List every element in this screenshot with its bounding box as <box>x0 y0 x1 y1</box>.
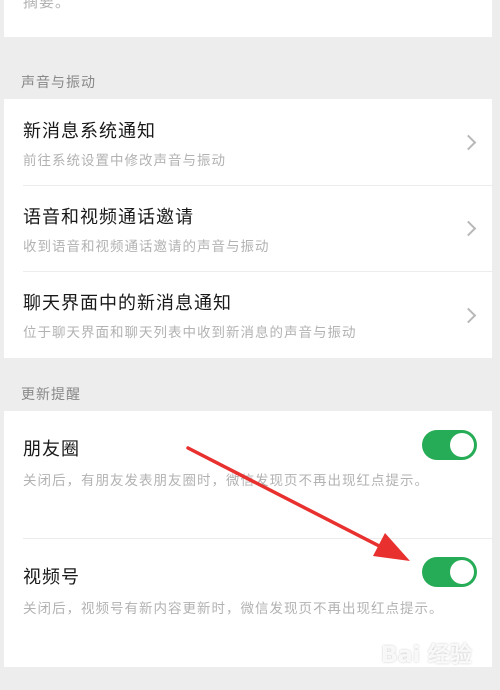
setting-new-message-system-notification[interactable]: 新消息系统通知 前往系统设置中修改声音与振动 <box>4 99 492 185</box>
chevron-right-icon <box>460 307 477 324</box>
sound-settings-card: 新消息系统通知 前往系统设置中修改声音与振动 语音和视频通话邀请 收到语音和视频… <box>4 99 492 358</box>
update-settings-card: 朋友圈 关闭后，有朋友发表朋友圈时，微信发现页不再出现红点提示。 视频号 关闭后… <box>4 411 492 667</box>
channels-toggle-switch[interactable] <box>422 557 477 587</box>
setting-title: 语音和视频通话邀请 <box>23 207 194 228</box>
setting-chat-new-message-notification[interactable]: 聊天界面中的新消息通知 位于聊天界面和聊天列表中收到新消息的声音与振动 <box>4 272 492 358</box>
previous-section-card: 摘要。 <box>4 0 492 37</box>
chevron-right-icon <box>460 134 477 151</box>
setting-description: 位于聊天界面和聊天列表中收到新消息的声音与振动 <box>23 325 357 341</box>
setting-description: 关闭后，有朋友发表朋友圈时，微信发现页不再出现红点提示。 <box>23 473 429 489</box>
setting-description: 收到语音和视频通话邀请的声音与振动 <box>23 239 270 255</box>
setting-title: 新消息系统通知 <box>23 121 156 142</box>
setting-description: 关闭后，视频号有新内容更新时，微信发现页不再出现红点提示。 <box>23 601 444 617</box>
setting-title: 视频号 <box>23 567 80 588</box>
setting-voice-video-call-invite[interactable]: 语音和视频通话邀请 收到语音和视频通话邀请的声音与振动 <box>4 186 492 271</box>
moments-toggle-switch[interactable] <box>422 430 477 460</box>
toggle-knob <box>450 560 474 584</box>
previous-section-text: 摘要。 <box>23 0 72 11</box>
settings-screen: 摘要。 声音与振动 新消息系统通知 前往系统设置中修改声音与振动 语音和视频通话… <box>0 0 500 690</box>
watermark-logo: Bai 经验 <box>381 643 472 668</box>
toggle-knob <box>450 433 474 457</box>
section-title-updates: 更新提醒 <box>21 387 81 403</box>
setting-title: 朋友圈 <box>23 439 80 460</box>
chevron-right-icon <box>460 220 477 237</box>
setting-title: 聊天界面中的新消息通知 <box>23 293 232 314</box>
section-title-sound: 声音与振动 <box>21 75 96 91</box>
setting-moments-reminder: 朋友圈 关闭后，有朋友发表朋友圈时，微信发现页不再出现红点提示。 <box>4 411 492 539</box>
setting-description: 前往系统设置中修改声音与振动 <box>23 153 226 169</box>
